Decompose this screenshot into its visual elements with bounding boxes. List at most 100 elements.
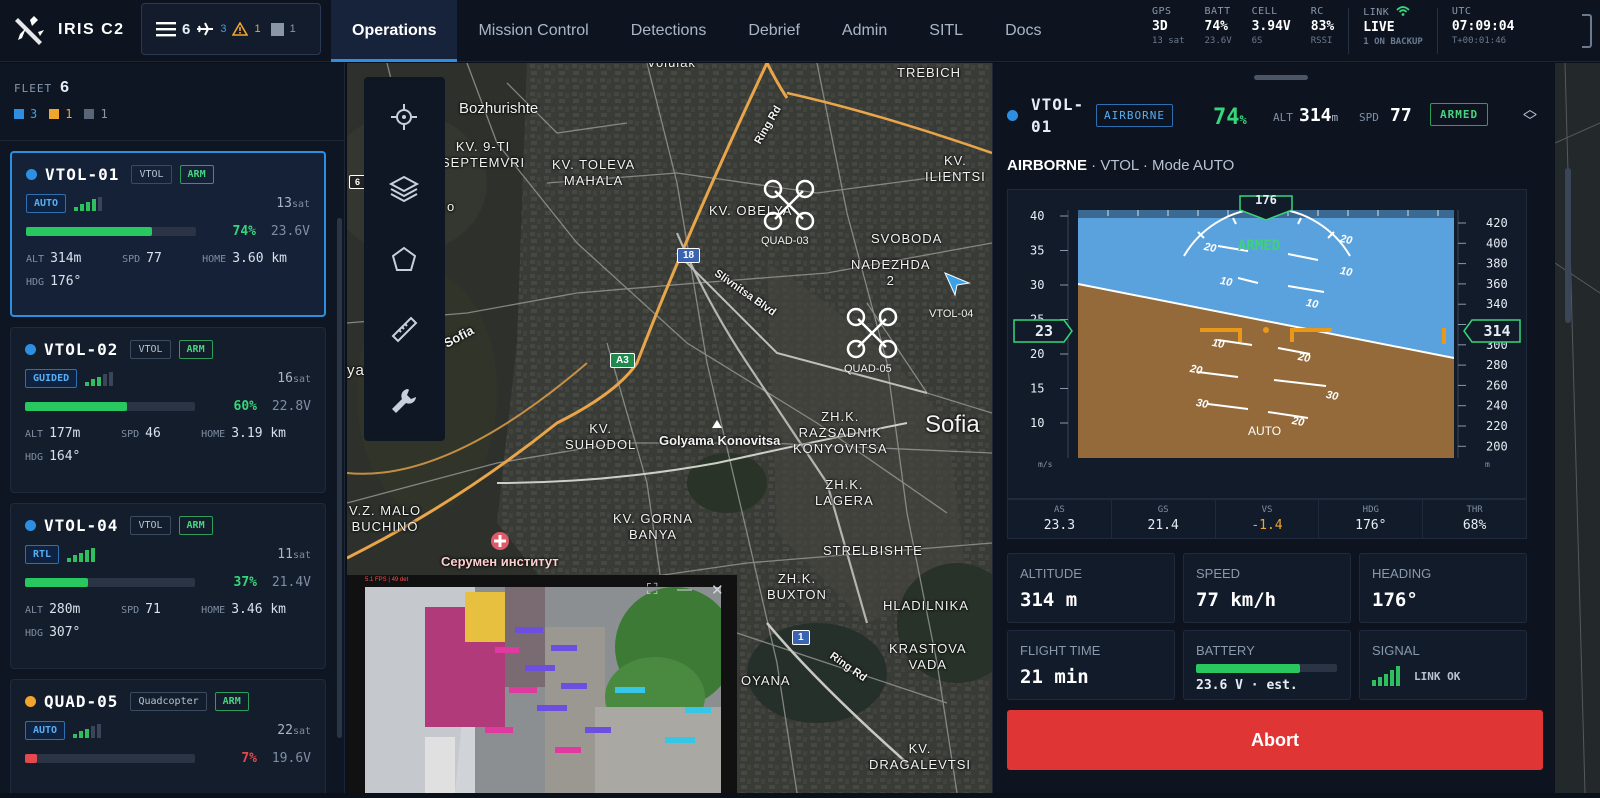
expand-collapse-chevron-icon[interactable]: ︿ ﹀: [1523, 102, 1537, 128]
fleet-summary-button[interactable]: 6 3 1 1: [141, 3, 321, 55]
vehicle-card[interactable]: VTOL-04 VTOL ARM RTL 11sat 37% 21.4V ALT 280m SPD…: [10, 503, 326, 669]
video-close-icon[interactable]: ✕: [711, 581, 724, 599]
pitch-ladder-label: 20: [1296, 350, 1312, 366]
altitude-tape-tick: 340: [1486, 297, 1508, 311]
telemetry-batt: BATT 74% 23.6V: [1199, 6, 1246, 56]
vehicle-card[interactable]: VTOL-02 VTOL ARM GUIDED 16sat 60% 22.8V ALT 177m…: [10, 327, 326, 493]
vehicle-voltage: 23.6V: [270, 224, 310, 239]
map-label-trebich: TREBICH: [897, 65, 962, 80]
pfd-altitude-readout: 314: [1483, 322, 1511, 340]
pitch-ladder-label: 20: [1188, 362, 1204, 378]
fullscreen-toggle[interactable]: [1582, 14, 1592, 48]
spd-label: SPD: [1359, 111, 1379, 124]
tab-mission-control[interactable]: Mission Control: [457, 0, 609, 62]
quad-03-drone-icon[interactable]: [759, 175, 819, 235]
app-title: IRIS C2: [58, 21, 125, 38]
signal-bars-icon: [67, 547, 96, 562]
vehicle-battery-bar: [26, 227, 196, 236]
map-label-buxton: ZH.K. BUXTON: [767, 571, 827, 602]
fleet-count-blue: 3: [14, 107, 37, 121]
map-toolbar: [364, 77, 445, 441]
map-label-serumen: Серумен институт: [441, 554, 559, 569]
video-expand-icon[interactable]: ⛶: [647, 581, 658, 598]
vehicle-card[interactable]: VTOL-01 VTOL ARM AUTO 13sat 74% 23.6V ALT 314m SP…: [10, 151, 326, 317]
speed-tape-tick: 15: [1030, 382, 1044, 396]
vehicle-alt: 280m: [49, 602, 81, 617]
vtol-04-label: VTOL-04: [929, 308, 974, 320]
vehicle-name: VTOL-02: [44, 340, 119, 359]
video-feed-panel[interactable]: 5.1 FPS | 49 det ⛶ — ✕: [347, 575, 737, 793]
pfd-readout-value: 68%: [1462, 518, 1487, 533]
map-view[interactable]: Voluiak TREBICH Bozhurishte KV. 9-TI SEP…: [347, 63, 992, 793]
pitch-ladder-label: 30: [1194, 396, 1210, 412]
vehicle-type-tag: VTOL: [130, 516, 171, 535]
pfd-mode-label: AUTO: [1248, 424, 1282, 438]
signal-bars-icon: [85, 371, 114, 386]
vehicle-voltage: 21.4V: [271, 575, 311, 590]
map-label-nadezhda: NADEZHDA 2: [851, 257, 931, 288]
map-label-toleva: KV. TOLEVA MAHALA: [552, 157, 636, 188]
pfd-armed-label: ARMED: [1238, 238, 1281, 254]
vehicle-hdg: 164°: [49, 449, 81, 464]
tab-sitl[interactable]: SITL: [908, 0, 984, 62]
alt-label: ALT: [25, 605, 44, 616]
gps-value: 3D: [1152, 19, 1168, 34]
vehicle-subtitle: AIRBORNE · VTOL · Mode AUTO: [1007, 157, 1235, 174]
main-tabs: Operations Mission Control Detections De…: [331, 0, 1063, 62]
layers-icon[interactable]: [388, 173, 420, 205]
vehicle-status-dot: [25, 344, 36, 355]
video-fps-readout: 5.1 FPS | 49 det: [365, 577, 409, 583]
road-shield-a3: A3: [610, 353, 635, 368]
vehicle-name: VTOL-04: [44, 516, 119, 535]
vehicle-battery-bar: [25, 578, 195, 587]
telemetry-cell: CELL 3.94V 6S: [1246, 6, 1305, 56]
tab-detections[interactable]: Detections: [610, 0, 728, 62]
abort-button[interactable]: Abort: [1007, 710, 1543, 770]
altitude-tape-tick: 420: [1486, 216, 1508, 230]
pitch-ladder-label: 20: [1202, 240, 1218, 256]
pitch-ladder-label: 10: [1338, 264, 1354, 280]
offline-square-icon: [270, 22, 284, 36]
panel-scrollbar[interactable]: [1565, 168, 1571, 323]
video-minimize-icon[interactable]: —: [677, 581, 692, 598]
vehicle-card[interactable]: QUAD-05 Quadcopter ARM AUTO 22sat 7% 19.6V: [10, 679, 326, 793]
hospital-pin-icon: [491, 532, 509, 550]
alt-label: ALT: [25, 429, 44, 440]
tab-debrief[interactable]: Debrief: [727, 0, 821, 62]
fleet-offline-count: 1: [289, 23, 296, 35]
polygon-draw-icon[interactable]: [388, 243, 420, 275]
tab-operations[interactable]: Operations: [331, 0, 458, 62]
fleet-header: FLEET 6 3 1 1: [0, 63, 344, 141]
right-edge-map-strip: [1554, 62, 1600, 794]
batt-value: 74%: [1204, 19, 1228, 34]
utc-value: 07:09:04: [1451, 19, 1515, 34]
tab-docs[interactable]: Docs: [984, 0, 1062, 62]
pfd-readout-value: 23.3: [1043, 518, 1076, 533]
quad-05-drone-icon[interactable]: [842, 303, 902, 363]
home-label: HOME: [202, 254, 227, 265]
hdg-label: HDG: [26, 277, 45, 288]
pfd-readout-value: 21.4: [1147, 518, 1179, 533]
ruler-measure-icon[interactable]: [388, 313, 420, 345]
vtol-04-arrow-icon[interactable]: [943, 269, 971, 297]
telemetry-rc: RC 83% RSSI: [1305, 6, 1348, 56]
brand[interactable]: IRIS C2: [12, 12, 125, 48]
spd-label: SPD: [121, 429, 140, 440]
sidebar-scrollbar[interactable]: [337, 218, 342, 738]
link-value: LIVE: [1363, 20, 1395, 35]
fleet-count: 6: [60, 79, 70, 96]
vehicle-status-dot: [1007, 110, 1018, 121]
primary-flight-display: 40353025201510 4204003803603403203002802…: [1007, 189, 1527, 499]
fleet-count-orange: 1: [49, 107, 72, 121]
speed-tape-tick: 30: [1030, 278, 1044, 292]
crosshair-locate-icon[interactable]: [388, 101, 420, 133]
panel-drag-handle[interactable]: [1254, 75, 1308, 80]
telemetry-link[interactable]: LINK LIVE 1 ON BACKUP: [1349, 6, 1437, 56]
map-label-ilientsi: KV. ILIENTSI: [925, 153, 986, 184]
pfd-speed-unit: m/s: [1038, 460, 1053, 469]
spd-label: SPD: [121, 605, 140, 616]
wrench-settings-icon[interactable]: [388, 385, 420, 417]
tab-admin[interactable]: Admin: [821, 0, 908, 62]
signal-bars-icon: [1372, 666, 1400, 686]
peak-icon: [712, 420, 722, 428]
